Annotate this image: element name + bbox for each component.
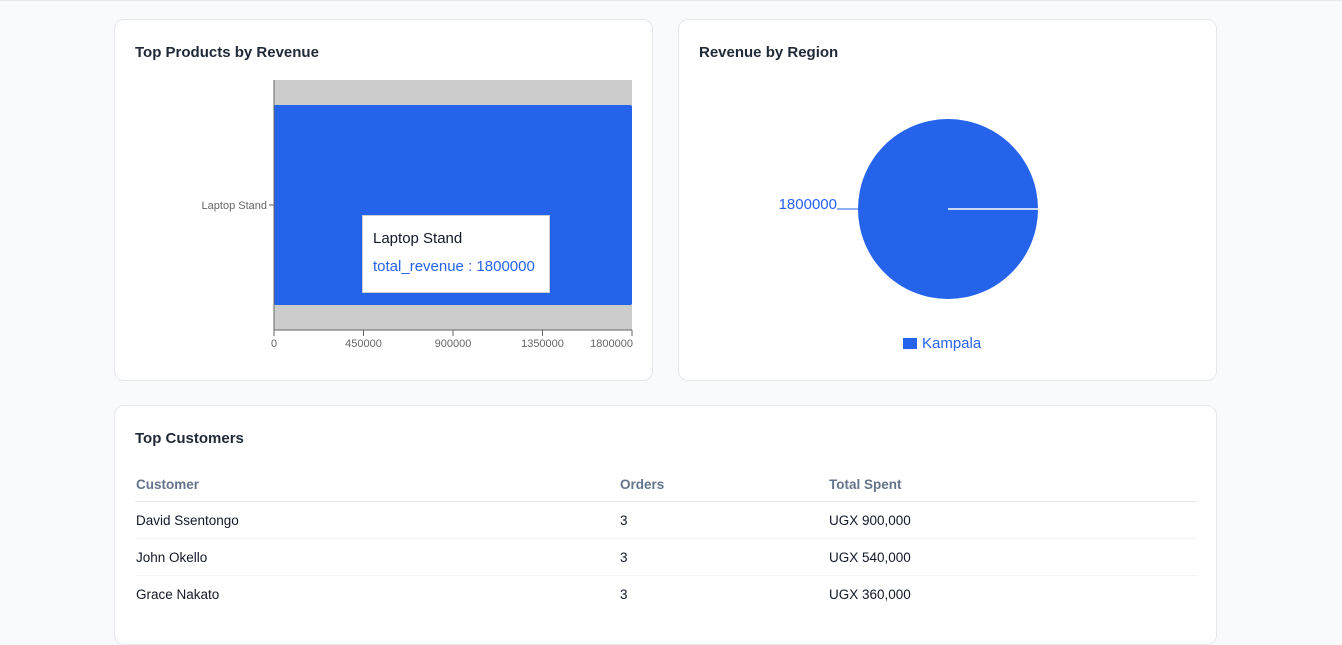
x-tick-label: 900000 [435,338,472,350]
cell-customer: Grace Nakato [136,586,220,602]
y-tick-label: Laptop Stand [202,200,267,212]
x-tick-label: 0 [271,338,277,350]
table-header-row: Customer Orders Total Spent [135,468,1197,502]
column-header-total-spent[interactable]: Total Spent [828,468,1197,502]
x-tick-label: 1800000 [590,338,633,350]
column-header-orders[interactable]: Orders [619,468,828,502]
x-tick-label: 1350000 [521,338,564,350]
revenue-region-pie-chart: 1800000 [779,119,1038,299]
tooltip-value: total_revenue : 1800000 [373,258,539,275]
column-header-customer[interactable]: Customer [135,468,619,502]
tooltip-label: Laptop Stand [373,230,463,247]
cell-customer: John Okello [135,538,619,576]
cell-orders: 3 [619,501,828,539]
cell-total-spent: UGX 360,000 [829,586,911,602]
pie-legend[interactable]: Kampala [903,335,981,352]
table-row[interactable]: David Ssentongo 3 UGX 900,000 [135,501,1197,539]
top-customers-card: Top Customers Customer Orders Total Spen… [114,405,1217,645]
x-tick-label: 450000 [345,338,382,350]
legend-label-kampala: Kampala [922,335,982,352]
top-products-card: Top Products by Revenue Laptop Stand 0 450… [114,19,653,381]
pie-slice-value-label: 1800000 [779,196,837,213]
legend-swatch-kampala [903,338,917,349]
cell-orders: 3 [620,586,628,602]
top-products-bar-chart: Laptop Stand 0 450000 900000 1350000 1800000 [202,80,633,350]
tooltip-separator: : [463,258,477,275]
tooltip-series-value: 1800000 [476,258,535,275]
customers-table: Customer Orders Total Spent David Ssento… [135,468,1197,612]
chart-tooltip: Laptop Stand total_revenue : 1800000 [362,215,550,293]
table-row[interactable]: Grace Nakato 3 UGX 360,000 [135,576,1197,613]
top-divider [0,0,1342,1]
cell-total-spent: UGX 540,000 [828,538,1197,576]
cell-total-spent: UGX 900,000 [828,501,1197,539]
table-row[interactable]: John Okello 3 UGX 540,000 [135,538,1197,576]
tooltip-series-key: total_revenue [373,258,464,275]
cell-customer: David Ssentongo [135,501,619,539]
revenue-region-card: Revenue by Region 1800000 Kampala [678,19,1217,381]
cell-orders: 3 [619,538,828,576]
top-customers-title: Top Customers [135,430,244,447]
